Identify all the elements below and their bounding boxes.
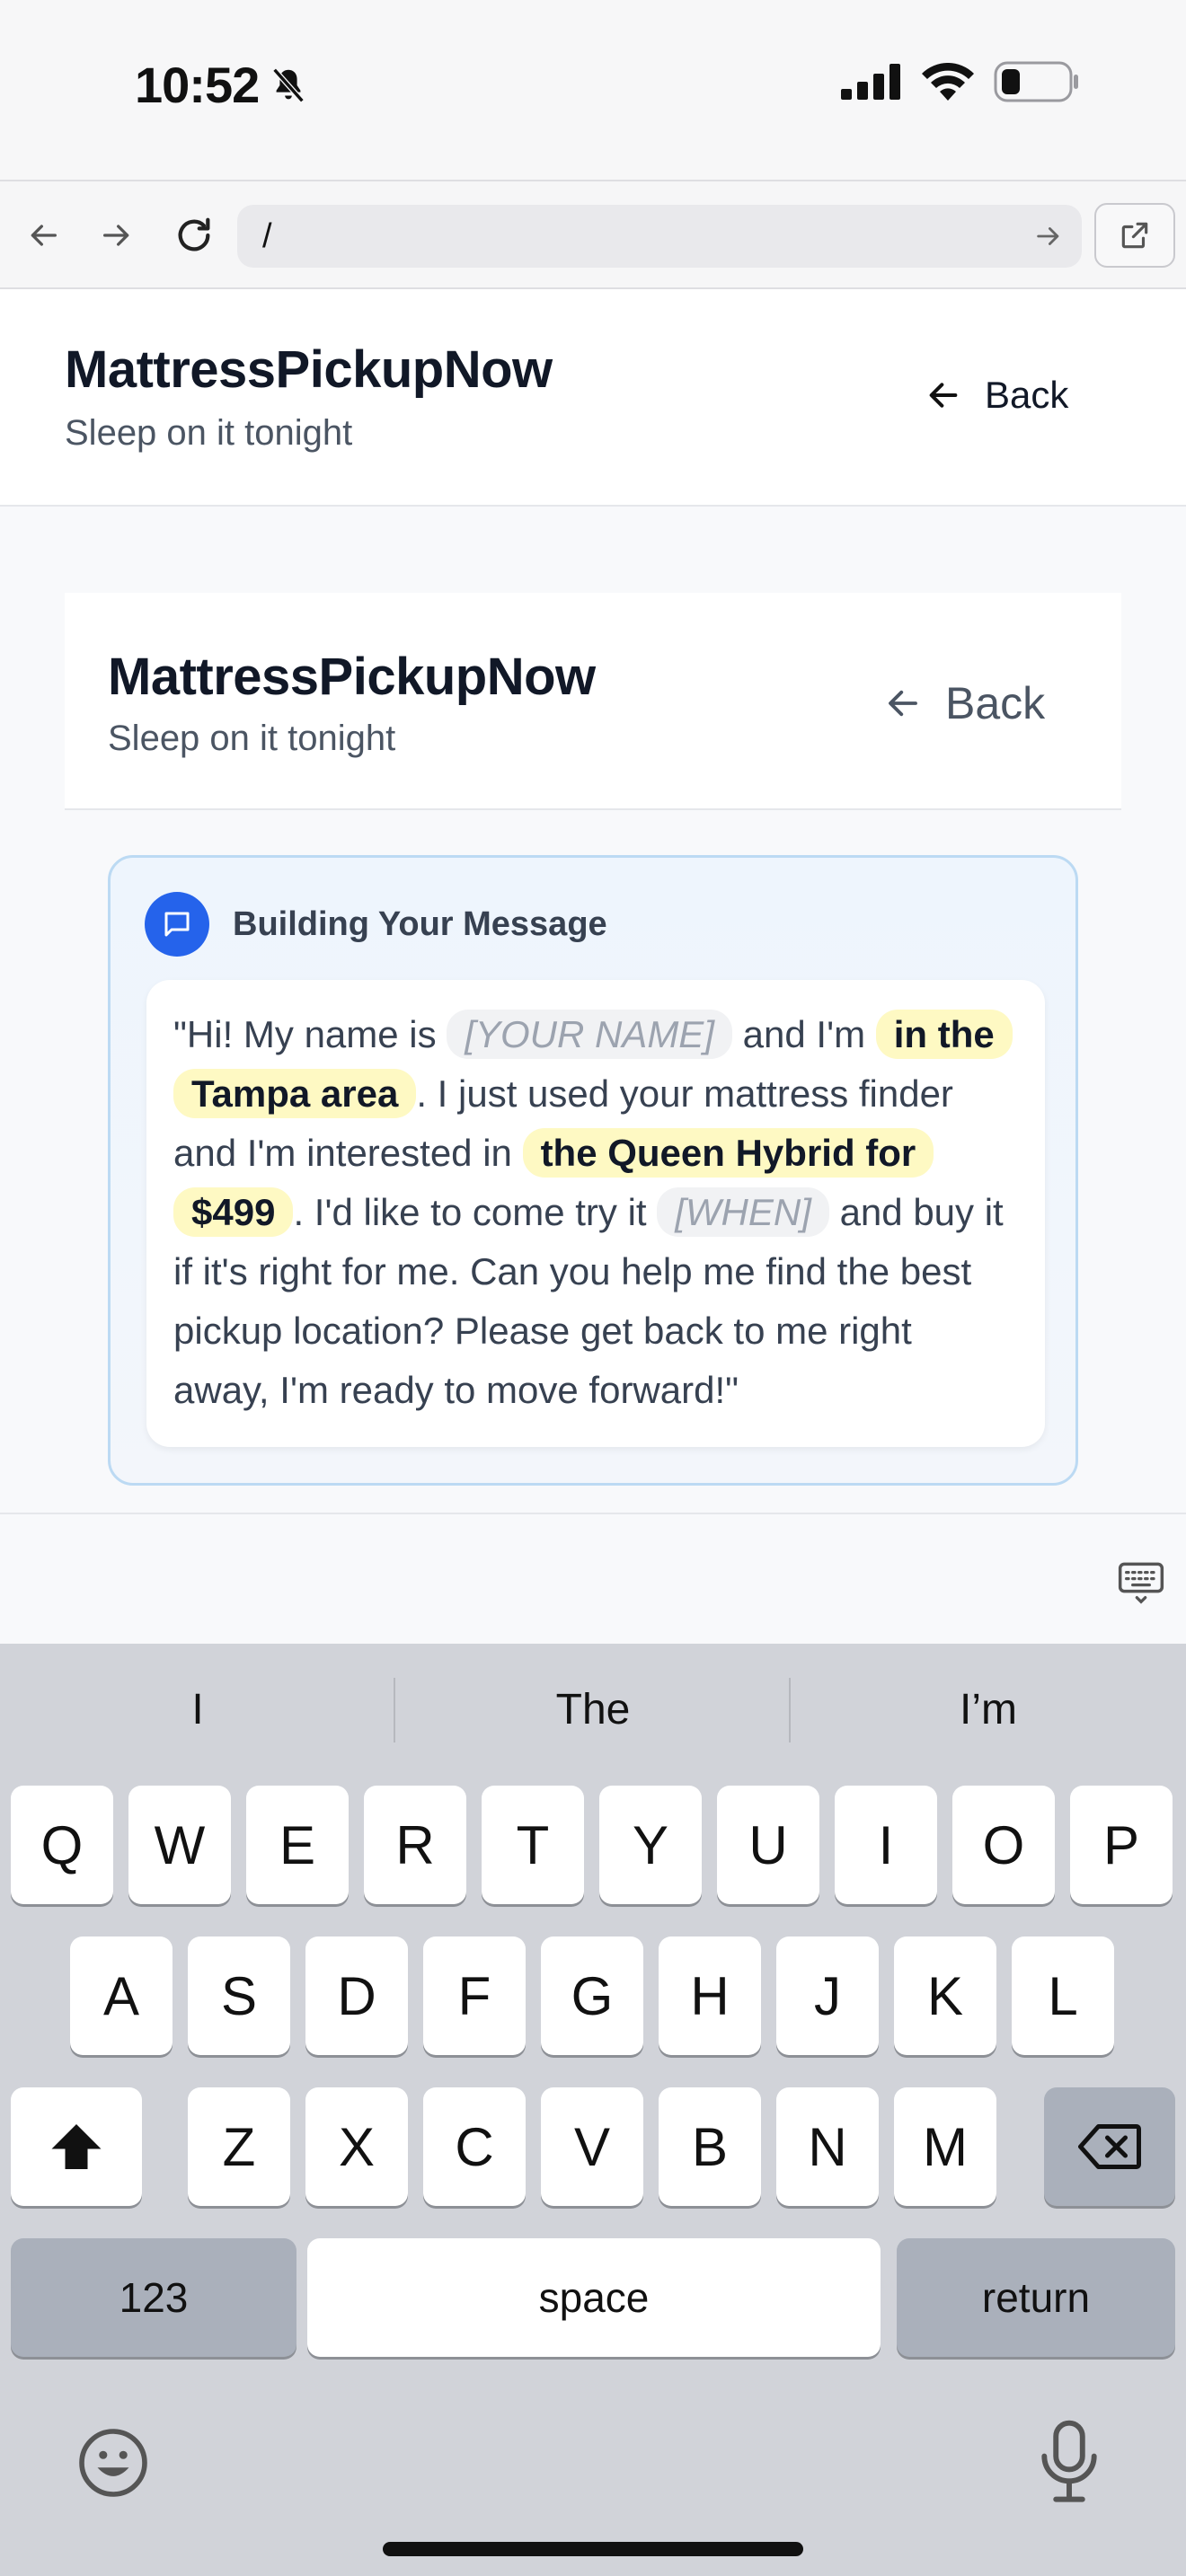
key-a[interactable]: A bbox=[70, 1936, 173, 2055]
reload-icon[interactable] bbox=[171, 212, 217, 259]
key-r[interactable]: R bbox=[364, 1786, 466, 1904]
backspace-icon bbox=[1078, 2124, 1141, 2169]
bell-slash-icon bbox=[272, 67, 305, 102]
key-w[interactable]: W bbox=[128, 1786, 231, 1904]
battery-icon bbox=[994, 61, 1078, 102]
header-back-button[interactable]: Back bbox=[925, 374, 1068, 417]
inner-header: MattressPickupNow Sleep on it tonight Ba… bbox=[65, 593, 1121, 810]
key-g[interactable]: G bbox=[541, 1936, 643, 2055]
when-placeholder[interactable]: [WHEN] bbox=[657, 1187, 829, 1237]
key-l[interactable]: L bbox=[1012, 1936, 1114, 2055]
key-x[interactable]: X bbox=[305, 2087, 408, 2206]
key-p[interactable]: P bbox=[1070, 1786, 1173, 1904]
inner-subtitle: Sleep on it tonight bbox=[108, 719, 396, 758]
key-k[interactable]: K bbox=[894, 1936, 996, 2055]
key-h[interactable]: H bbox=[659, 1936, 761, 2055]
status-icons bbox=[841, 61, 1080, 102]
go-arrow-icon[interactable] bbox=[1033, 221, 1064, 251]
signal-icon bbox=[841, 64, 900, 100]
key-s[interactable]: S bbox=[188, 1936, 290, 2055]
key-c[interactable]: C bbox=[423, 2087, 526, 2206]
site-subtitle: Sleep on it tonight bbox=[65, 413, 353, 453]
onscreen-keyboard: I The I’m Q W E R T Y U I O P A S D F G … bbox=[0, 1644, 1186, 2576]
message-preview: "Hi! My name is [YOUR NAME] and I'm in t… bbox=[146, 980, 1045, 1447]
key-e[interactable]: E bbox=[246, 1786, 349, 1904]
emoji-icon[interactable] bbox=[75, 2425, 151, 2501]
space-key[interactable]: space bbox=[307, 2238, 881, 2357]
chat-bubble-icon bbox=[145, 892, 209, 957]
back-arrow-icon[interactable] bbox=[20, 212, 66, 259]
key-f[interactable]: F bbox=[423, 1936, 526, 2055]
shift-arrow-icon bbox=[51, 2124, 102, 2169]
open-external-button[interactable] bbox=[1094, 203, 1175, 268]
site-title: MattressPickupNow bbox=[65, 340, 553, 399]
suggestion-1[interactable]: I bbox=[0, 1685, 395, 1734]
message-builder: Building Your Message "Hi! My name is [Y… bbox=[108, 855, 1078, 1486]
return-key[interactable]: return bbox=[897, 2238, 1175, 2357]
key-b[interactable]: B bbox=[659, 2087, 761, 2206]
key-z[interactable]: Z bbox=[188, 2087, 290, 2206]
key-u[interactable]: U bbox=[717, 1786, 819, 1904]
clock-text: 10:52 bbox=[135, 57, 260, 113]
key-o[interactable]: O bbox=[952, 1786, 1055, 1904]
suggestion-2[interactable]: The bbox=[395, 1685, 791, 1734]
delete-key[interactable] bbox=[1044, 2087, 1175, 2206]
url-bar[interactable]: / bbox=[237, 205, 1082, 268]
browser-bar: / bbox=[0, 180, 1186, 289]
arrow-left-icon bbox=[889, 690, 917, 717]
back-label: Back bbox=[985, 374, 1069, 416]
arrow-left-icon bbox=[929, 383, 958, 408]
keyboard-accessory-bar bbox=[0, 1513, 1186, 1644]
key-m[interactable]: M bbox=[894, 2087, 996, 2206]
inner-title: MattressPickupNow bbox=[108, 648, 596, 706]
message-text: and I'm bbox=[732, 1013, 876, 1055]
key-d[interactable]: D bbox=[305, 1936, 408, 2055]
home-indicator[interactable] bbox=[383, 2542, 803, 2556]
url-text: / bbox=[262, 217, 272, 255]
key-i[interactable]: I bbox=[835, 1786, 937, 1904]
message-text: . I'd like to come try it bbox=[293, 1191, 658, 1233]
name-placeholder[interactable]: [YOUR NAME] bbox=[447, 1010, 732, 1059]
numbers-key[interactable]: 123 bbox=[11, 2238, 296, 2357]
message-text: "Hi! My name is bbox=[173, 1013, 447, 1055]
status-time: 10:52 bbox=[135, 56, 309, 114]
key-v[interactable]: V bbox=[541, 2087, 643, 2206]
suggestion-3[interactable]: I’m bbox=[791, 1685, 1186, 1734]
site-header: MattressPickupNow Sleep on it tonight Ba… bbox=[0, 289, 1186, 507]
key-j[interactable]: J bbox=[776, 1936, 879, 2055]
wifi-icon bbox=[922, 63, 974, 101]
key-n[interactable]: N bbox=[776, 2087, 879, 2206]
message-builder-header: Building Your Message bbox=[145, 892, 607, 957]
back-label: Back bbox=[945, 678, 1046, 728]
external-link-icon bbox=[1121, 222, 1148, 249]
shift-key[interactable] bbox=[11, 2087, 142, 2206]
inner-back-button[interactable]: Back bbox=[884, 677, 1045, 729]
status-bar: 10:52 bbox=[0, 0, 1186, 180]
microphone-icon[interactable] bbox=[1035, 2420, 1103, 2506]
key-q[interactable]: Q bbox=[11, 1786, 113, 1904]
key-y[interactable]: Y bbox=[599, 1786, 702, 1904]
message-builder-heading: Building Your Message bbox=[233, 904, 607, 943]
keyboard-dismiss-icon[interactable] bbox=[1116, 1556, 1166, 1606]
key-t[interactable]: T bbox=[482, 1786, 584, 1904]
forward-arrow-icon[interactable] bbox=[93, 212, 140, 259]
